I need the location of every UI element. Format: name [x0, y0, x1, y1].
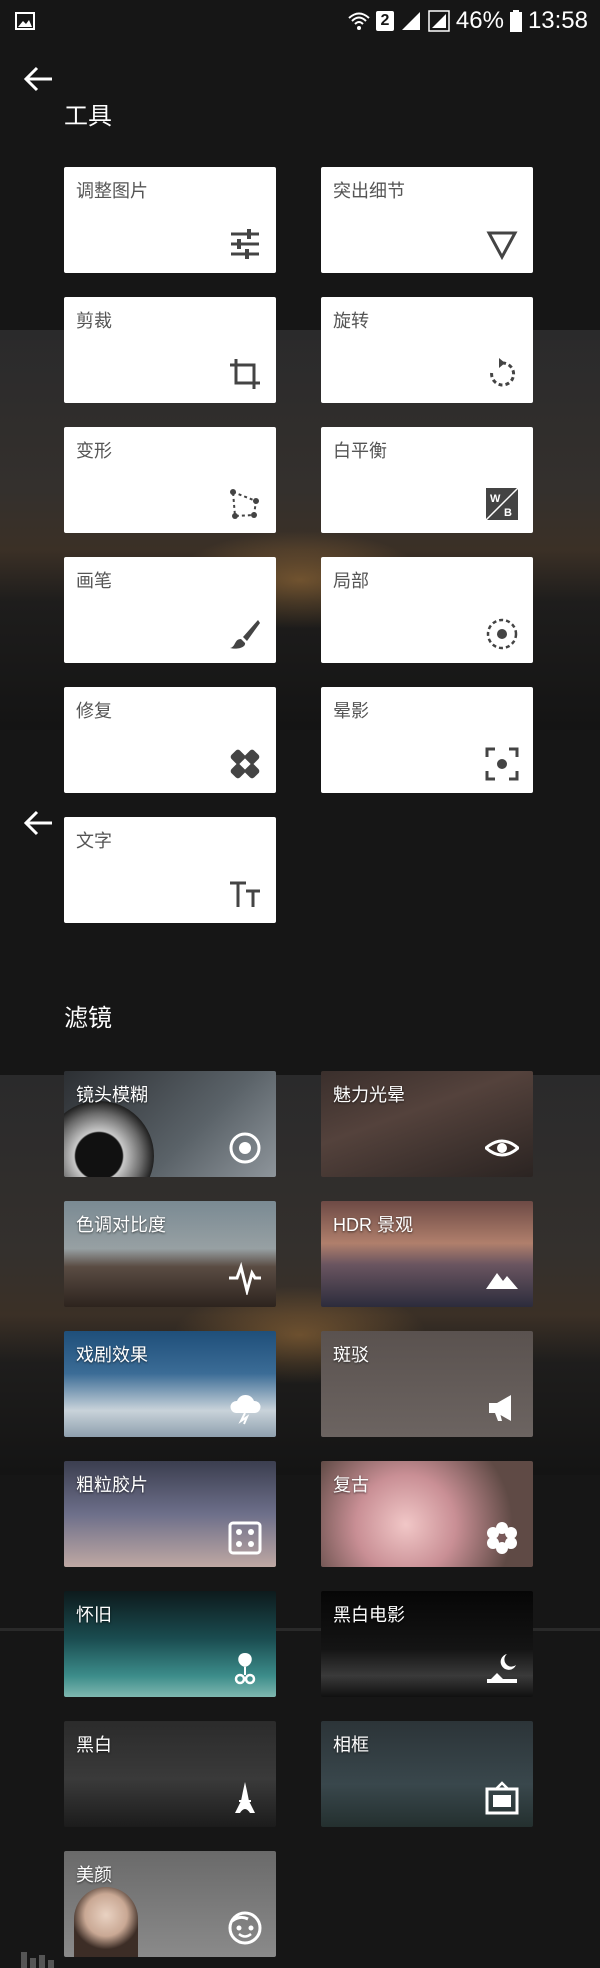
megaphone-icon — [489, 1395, 511, 1421]
sim-slot-badge: 2 — [375, 11, 394, 31]
tool-white-balance[interactable]: 白平衡 W B — [321, 427, 533, 533]
tool-label: 变形 — [76, 441, 112, 461]
svg-text:W: W — [490, 493, 501, 505]
white-balance-icon: W B — [485, 487, 519, 521]
eye-icon — [485, 1139, 519, 1157]
tool-rotate[interactable]: 旋转 — [321, 297, 533, 403]
filter-label: 怀旧 — [76, 1605, 112, 1625]
battery-icon — [509, 10, 522, 32]
lens-thumbnail — [64, 1101, 154, 1177]
signal-icon — [401, 12, 420, 30]
filter-drama[interactable]: 戏剧效果 — [64, 1331, 276, 1437]
mountain-icon — [486, 1273, 518, 1289]
tool-tune-image[interactable]: 调整图片 — [64, 167, 276, 273]
text-icon — [230, 881, 260, 907]
filter-label: HDR 景观 — [333, 1215, 413, 1235]
frame-icon — [485, 1781, 519, 1815]
rotate-icon — [490, 358, 516, 387]
tune-sliders-icon — [231, 229, 259, 259]
svg-text:B: B — [504, 507, 512, 519]
flower-icon — [487, 1522, 517, 1554]
filter-label: 黑白电影 — [333, 1605, 405, 1625]
pulse-icon — [229, 1261, 261, 1295]
back-arrow-icon[interactable] — [22, 64, 56, 94]
filter-label: 色调对比度 — [76, 1215, 166, 1235]
filter-grainy-film[interactable]: 粗粒胶片 — [64, 1461, 276, 1567]
tool-vignette[interactable]: 晕影 — [321, 687, 533, 793]
filter-vintage[interactable]: 怀旧 — [64, 1591, 276, 1697]
tool-label: 旋转 — [333, 311, 369, 331]
filter-noir[interactable]: 黑白电影 — [321, 1591, 533, 1697]
filter-label: 美颜 — [76, 1865, 112, 1885]
tool-label: 调整图片 — [76, 181, 148, 201]
lens-blur-icon — [229, 1132, 261, 1164]
tool-healing[interactable]: 修复 — [64, 687, 276, 793]
filter-label: 粗粒胶片 — [76, 1475, 148, 1495]
perspective-icon — [230, 489, 259, 519]
back-arrow-icon[interactable] — [22, 808, 56, 838]
eiffel-tower-icon — [235, 1782, 255, 1813]
tool-label: 晕影 — [333, 701, 369, 721]
filters-section-title: 滤镜 — [64, 1005, 112, 1032]
tools-section-title: 工具 — [64, 103, 112, 130]
filter-label: 戏剧效果 — [76, 1345, 148, 1365]
filter-face-enhance[interactable]: 美颜 — [64, 1851, 276, 1957]
wifi-icon — [348, 12, 370, 30]
triangle-down-icon — [486, 231, 518, 261]
filter-label: 斑驳 — [333, 1345, 369, 1365]
tool-label: 文字 — [76, 831, 112, 851]
tool-label: 剪裁 — [76, 311, 112, 331]
filter-glamour-glow[interactable]: 魅力光晕 — [321, 1071, 533, 1177]
vignette-icon — [485, 747, 519, 781]
selective-icon — [486, 618, 518, 650]
healing-icon — [230, 749, 260, 779]
filter-label: 黑白 — [76, 1735, 112, 1755]
tool-perspective[interactable]: 变形 — [64, 427, 276, 533]
tool-selective[interactable]: 局部 — [321, 557, 533, 663]
filter-retrolux[interactable]: 复古 — [321, 1461, 533, 1567]
filter-lens-blur[interactable]: 镜头模糊 — [64, 1071, 276, 1177]
filter-label: 相框 — [333, 1735, 369, 1755]
filter-hdr-scape[interactable]: HDR 景观 — [321, 1201, 533, 1307]
filter-label: 复古 — [333, 1475, 369, 1495]
moon-icon — [487, 1654, 517, 1683]
brush-icon — [230, 620, 260, 649]
filter-label: 魅力光晕 — [333, 1085, 405, 1105]
signal-icon — [428, 10, 450, 32]
tool-label: 白平衡 — [333, 441, 387, 461]
tool-label: 画笔 — [76, 571, 112, 591]
face-icon — [228, 1911, 262, 1945]
filter-frames[interactable]: 相框 — [321, 1721, 533, 1827]
dice-icon — [228, 1521, 262, 1555]
filter-grunge[interactable]: 斑驳 — [321, 1331, 533, 1437]
filter-black-white[interactable]: 黑白 — [64, 1721, 276, 1827]
tool-label: 修复 — [76, 701, 112, 721]
filter-label: 镜头模糊 — [76, 1085, 148, 1105]
tool-details[interactable]: 突出细节 — [321, 167, 533, 273]
clock: 13:58 — [527, 7, 588, 34]
status-bar: 2 46% 13:58 — [0, 0, 600, 42]
tool-brush[interactable]: 画笔 — [64, 557, 276, 663]
tool-label: 突出细节 — [333, 181, 405, 201]
crop-icon — [230, 359, 260, 389]
cloud-icon — [230, 1394, 261, 1425]
tree-icon — [234, 1653, 256, 1685]
tool-text[interactable]: 文字 — [64, 817, 276, 923]
portrait-thumbnail — [74, 1887, 138, 1957]
gallery-icon — [15, 12, 35, 30]
app-logo-icon — [21, 1952, 54, 1968]
battery-percent: 46% — [455, 7, 504, 34]
filter-tonal-contrast[interactable]: 色调对比度 — [64, 1201, 276, 1307]
tool-crop[interactable]: 剪裁 — [64, 297, 276, 403]
tool-label: 局部 — [333, 571, 369, 591]
